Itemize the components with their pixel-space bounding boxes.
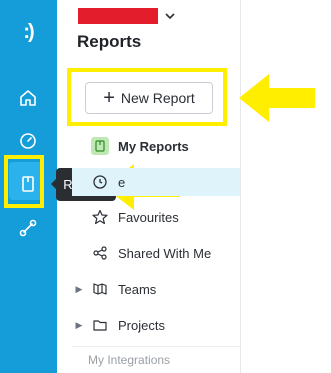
section-label-integrations: My Integrations bbox=[88, 353, 171, 367]
page-title: Reports bbox=[77, 32, 142, 51]
nav-item-label: My Reports bbox=[118, 138, 189, 154]
expand-caret-icon[interactable]: ▶ bbox=[72, 320, 86, 331]
nav-item-label: Teams bbox=[118, 281, 157, 297]
section-divider bbox=[72, 346, 240, 347]
nav-item-my-reports[interactable]: My Reports bbox=[72, 131, 240, 161]
highlight-box-rail bbox=[4, 155, 44, 208]
nav-item-teams[interactable]: ▶ Teams bbox=[72, 274, 240, 304]
nav-item-label: Shared With Me bbox=[118, 245, 212, 261]
clock-icon bbox=[90, 172, 110, 192]
star-icon bbox=[90, 207, 110, 227]
folder-icon bbox=[90, 315, 110, 335]
highlight-box-new-report bbox=[67, 68, 227, 126]
nav-item-favourites[interactable]: Favourites bbox=[72, 202, 240, 232]
workspace-name-redacted[interactable] bbox=[78, 8, 158, 24]
nav-item-label: Projects bbox=[118, 317, 165, 333]
arrow-pointer-icon bbox=[239, 74, 315, 122]
nav-item-label: e bbox=[118, 174, 126, 190]
report-icon bbox=[91, 137, 109, 155]
nav-item-label: Favourites bbox=[118, 209, 179, 225]
chevron-down-icon[interactable] bbox=[164, 10, 176, 22]
share-icon bbox=[90, 243, 110, 263]
nav-item-shared-with-me[interactable]: Shared With Me bbox=[72, 238, 240, 268]
panel-divider bbox=[240, 0, 241, 373]
expand-caret-icon[interactable]: ▶ bbox=[72, 284, 86, 295]
nav-item-projects[interactable]: ▶ Projects bbox=[72, 310, 240, 340]
home-icon[interactable] bbox=[16, 86, 40, 110]
dashboard-gauge-icon[interactable] bbox=[16, 128, 40, 152]
app-logo[interactable]: :) bbox=[16, 20, 40, 44]
nav-item-shared-reports[interactable]: e bbox=[72, 167, 240, 197]
teams-icon bbox=[90, 279, 110, 299]
integrations-icon[interactable] bbox=[16, 216, 40, 240]
